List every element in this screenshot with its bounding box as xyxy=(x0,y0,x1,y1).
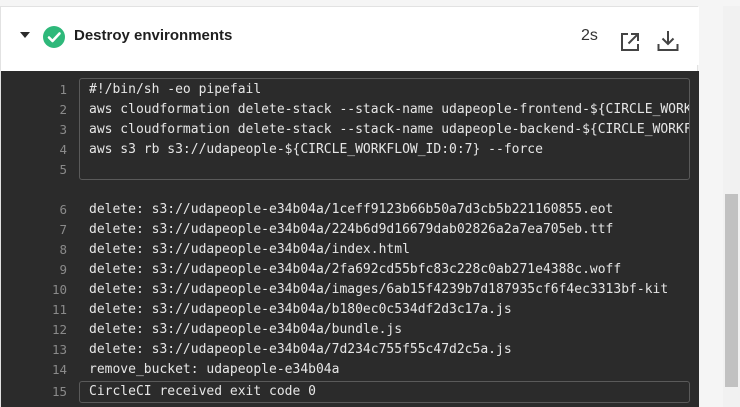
line-number: 4 xyxy=(59,142,67,157)
external-link-icon[interactable] xyxy=(620,32,640,52)
line-text: CircleCI received exit code 0 xyxy=(89,384,316,399)
line-number: 10 xyxy=(51,282,67,297)
terminal-output: 1 #!/bin/sh -eo pipefail 2 aws cloudformat… xyxy=(1,71,699,407)
log-line: 13 delete: s3://udapeople-e34b04a/7d234c7… xyxy=(1,340,699,360)
line-text: delete: s3://udapeople-e34b04a/index.htm… xyxy=(89,242,410,257)
line-text: delete: s3://udapeople-e34b04a/images/6a… xyxy=(89,282,669,297)
log-line: 8 delete: s3://udapeople-e34b04a/index.ht… xyxy=(1,240,699,260)
log-line: 14 remove_bucket: udapeople-e34b04a xyxy=(1,360,699,380)
line-text: aws cloudformation delete-stack --stack-… xyxy=(89,102,689,117)
line-number: 11 xyxy=(51,302,67,317)
log-line: 3 aws cloudformation delete-stack --stack… xyxy=(1,120,699,140)
log-line: 6 delete: s3://udapeople-e34b04a/1ceff912… xyxy=(1,200,699,220)
line-number: 14 xyxy=(51,362,67,377)
line-text: delete: s3://udapeople-e34b04a/1ceff9123… xyxy=(89,202,614,217)
log-line: 2 aws cloudformation delete-stack --stack… xyxy=(1,100,699,120)
chevron-down-icon[interactable] xyxy=(19,29,31,41)
log-line: 7 delete: s3://udapeople-e34b04a/224b6d9d… xyxy=(1,220,699,240)
line-number: 13 xyxy=(51,342,67,357)
line-number: 8 xyxy=(59,242,67,257)
log-line: 1 #!/bin/sh -eo pipefail xyxy=(1,80,699,100)
line-text: remove_bucket: udapeople-e34b04a xyxy=(89,362,340,377)
line-number: 7 xyxy=(59,222,67,237)
line-text: #!/bin/sh -eo pipefail xyxy=(89,82,262,97)
step-header[interactable]: Destroy environments 2s xyxy=(1,7,699,65)
line-number: 6 xyxy=(59,202,67,217)
log-line: 5 xyxy=(1,160,699,180)
line-text: aws s3 rb s3://udapeople-${CIRCLE_WORKFL… xyxy=(89,142,543,157)
scrollbar-thumb[interactable] xyxy=(725,194,738,387)
line-number: 9 xyxy=(59,262,67,277)
log-line: 12 delete: s3://udapeople-e34b04a/bundle.… xyxy=(1,320,699,340)
line-text: delete: s3://udapeople-e34b04a/224b6d9d1… xyxy=(89,222,614,237)
log-line: 10 delete: s3://udapeople-e34b04a/images/… xyxy=(1,280,699,300)
line-text: delete: s3://udapeople-e34b04a/b180ec0c5… xyxy=(89,302,512,317)
step-title[interactable]: Destroy environments xyxy=(74,27,232,45)
log-line: 15 CircleCI received exit code 0 xyxy=(1,382,699,402)
log-line: 11 delete: s3://udapeople-e34b04a/b180ec0… xyxy=(1,300,699,320)
line-number: 2 xyxy=(59,102,67,117)
line-text: aws cloudformation delete-stack --stack-… xyxy=(89,122,689,137)
line-number: 3 xyxy=(59,122,67,137)
success-check-icon xyxy=(43,26,65,48)
log-line: 9 delete: s3://udapeople-e34b04a/2fa692cd… xyxy=(1,260,699,280)
line-number: 5 xyxy=(59,162,67,177)
line-number: 15 xyxy=(51,384,67,399)
line-text: delete: s3://udapeople-e34b04a/7d234c755… xyxy=(89,342,512,357)
log-line: 4 aws s3 rb s3://udapeople-${CIRCLE_WORKF… xyxy=(1,140,699,160)
line-text: delete: s3://udapeople-e34b04a/2fa692cd5… xyxy=(89,262,622,277)
line-text: delete: s3://udapeople-e34b04a/bundle.js xyxy=(89,322,403,337)
step-panel: Destroy environments 2s 1 #!/bin/sh -eo p… xyxy=(0,6,699,407)
line-number: 1 xyxy=(59,82,67,97)
step-duration: 2s xyxy=(581,27,598,44)
download-icon[interactable] xyxy=(657,30,679,52)
line-number: 12 xyxy=(51,322,67,337)
